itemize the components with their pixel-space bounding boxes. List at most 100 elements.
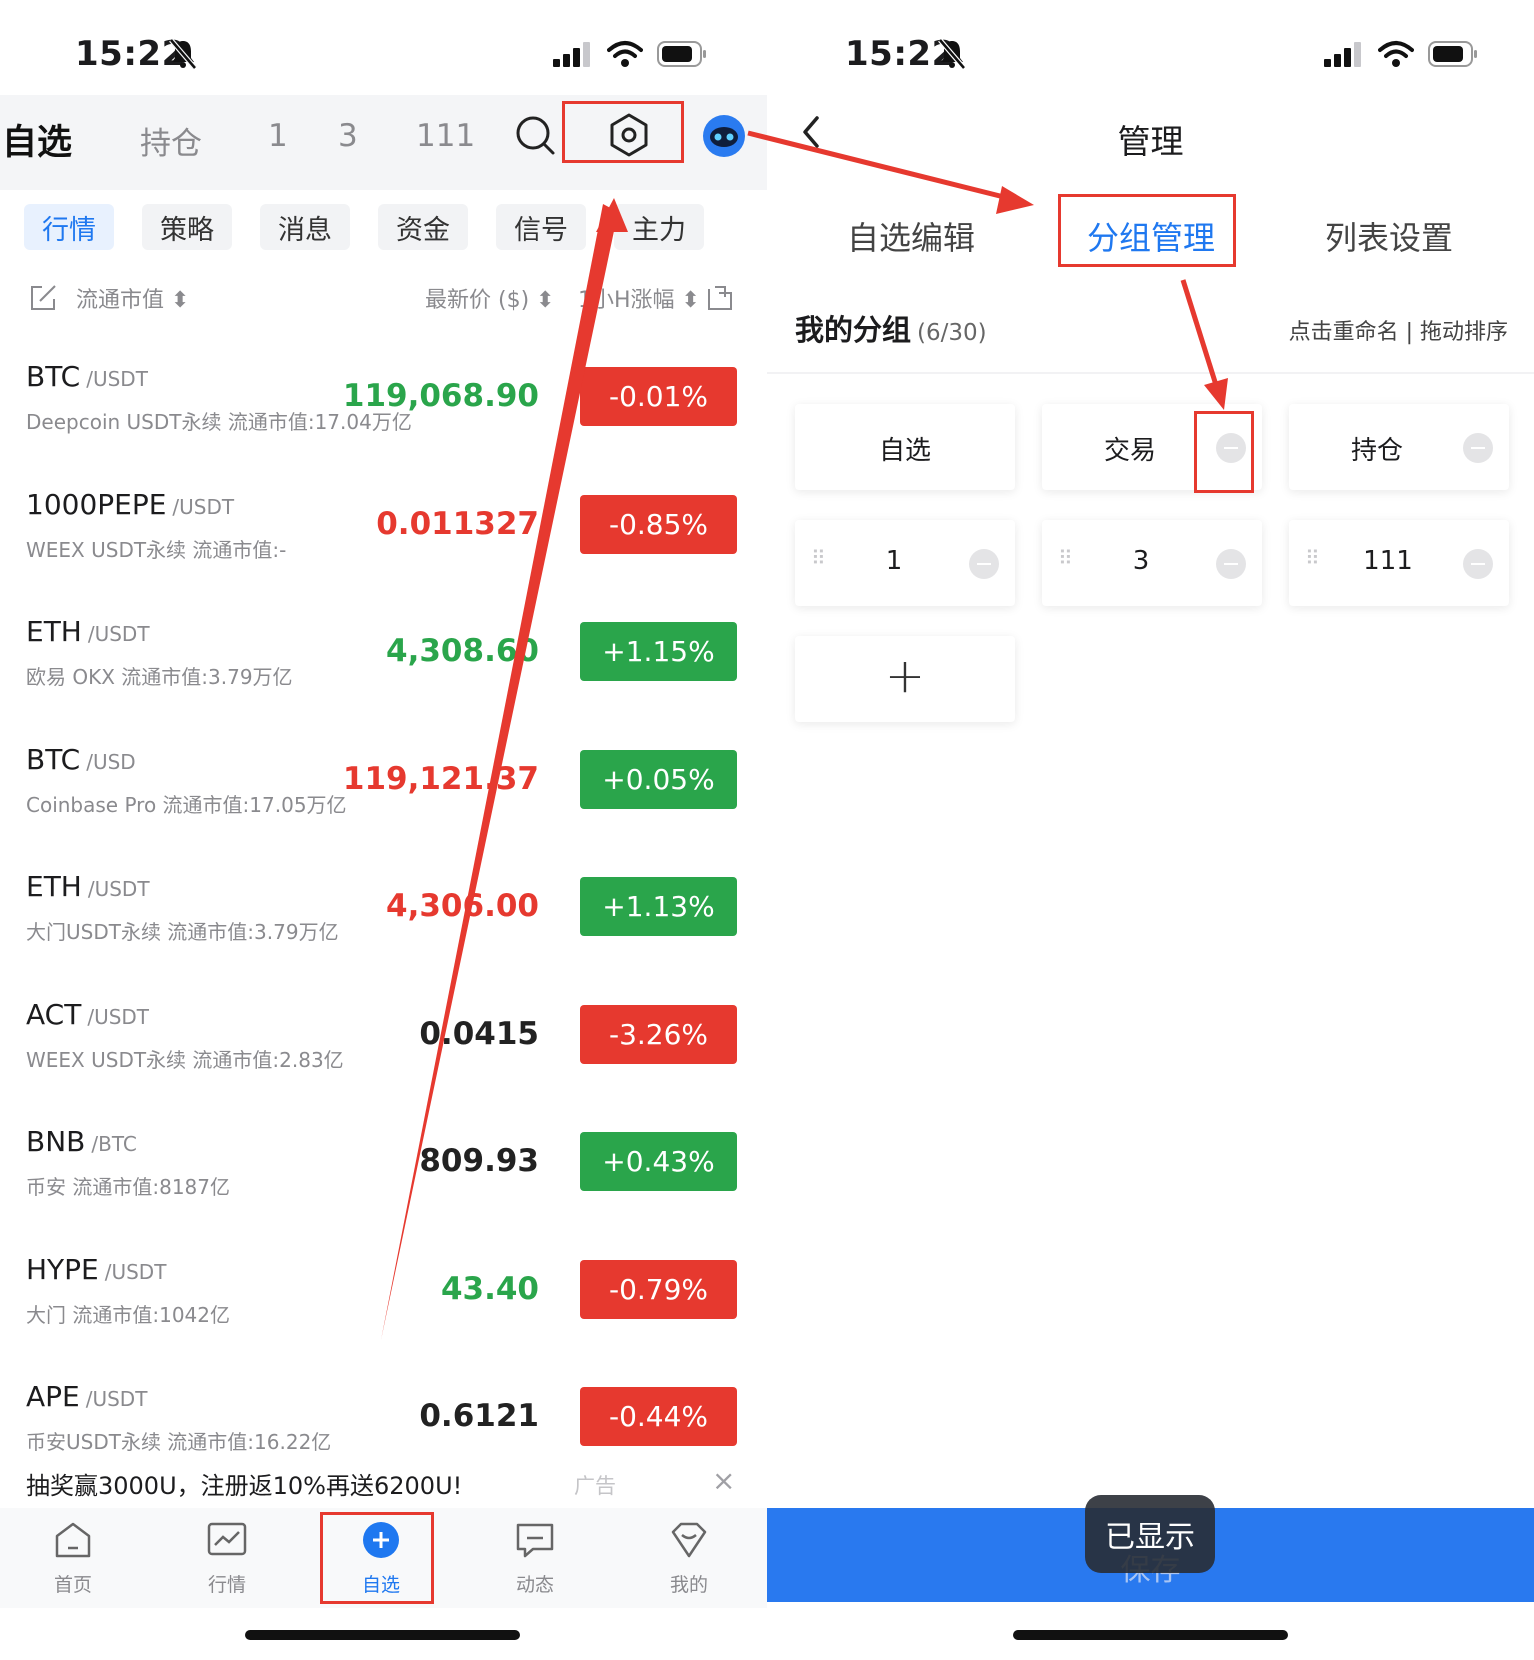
- group-chip-watchlist[interactable]: 自选: [795, 404, 1015, 490]
- sub-tab-signals[interactable]: 信号: [496, 204, 586, 250]
- search-icon[interactable]: [514, 114, 556, 156]
- symbol-quote: /USDT: [87, 877, 150, 901]
- change-badge[interactable]: -0.01%: [580, 367, 737, 426]
- remove-group-icon[interactable]: [969, 549, 999, 579]
- share-icon[interactable]: [705, 283, 735, 311]
- exchange-market-cap: 欧易 OKX 流通市值:3.79万亿: [26, 665, 293, 689]
- tab-feed[interactable]: 动态: [480, 1520, 590, 1597]
- change-badge[interactable]: -3.26%: [580, 1004, 737, 1064]
- latest-price: 43.40: [440, 1270, 539, 1307]
- robot-assistant-icon[interactable]: [702, 114, 746, 158]
- column-change-label: 1小H涨幅: [578, 288, 675, 313]
- change-badge[interactable]: +0.05%: [580, 749, 737, 809]
- quote-row[interactable]: ACT/USDT WEEX USDT永续 流通市值:2.83亿 0.0415 -3.2…: [0, 978, 767, 1106]
- tab-feed-label: 动态: [515, 1574, 554, 1596]
- ad-text[interactable]: 抽奖赢3000U，注册返10%再送6200U!: [26, 1466, 462, 1501]
- symbol: ETH/USDT: [26, 870, 150, 903]
- exchange-market-cap: 币安 流通市值:8187亿: [26, 1175, 230, 1199]
- tab-profile[interactable]: 我的: [634, 1520, 744, 1597]
- symbol: ETH/USDT: [26, 615, 150, 648]
- column-latest-price[interactable]: 最新价 ($) ⬍: [425, 282, 555, 314]
- section-title-text: 我的分组: [795, 313, 912, 347]
- group-chip-label: 111: [1363, 546, 1413, 576]
- quote-row[interactable]: ETH/USDT 大门USDT永续 流通市值:3.79万亿 4,306.00 +1.1…: [0, 850, 767, 978]
- ad-tag: 广告: [574, 1474, 616, 1498]
- symbol-quote: /USDT: [85, 1387, 148, 1411]
- symbol-quote: /USDT: [86, 367, 148, 391]
- annotation-box-group-manage: [1058, 194, 1236, 267]
- symbol-base: 1000PEPE: [26, 487, 167, 521]
- add-group-button[interactable]: +: [795, 636, 1015, 722]
- bell-muted-icon: [938, 38, 966, 70]
- change-badge[interactable]: +1.13%: [580, 877, 737, 936]
- group-tab-watchlist[interactable]: 自选: [2, 114, 72, 165]
- sub-tab-main-force[interactable]: 主力: [614, 204, 704, 250]
- column-change[interactable]: 1小H涨幅 ⬍: [578, 282, 700, 314]
- change-badge[interactable]: -0.85%: [580, 494, 737, 554]
- quote-row[interactable]: ETH/USDT 欧易 OKX 流通市值:3.79万亿 4,308.60 +1.15%: [0, 595, 767, 723]
- change-badge[interactable]: +1.15%: [580, 622, 737, 681]
- symbol: APE/USDT: [26, 1380, 147, 1413]
- tab-home[interactable]: 首页: [18, 1520, 128, 1597]
- sub-tab-funds[interactable]: 资金: [378, 204, 468, 250]
- tab-list-settings[interactable]: 列表设置: [1325, 213, 1453, 259]
- battery-icon: [657, 41, 706, 67]
- column-market-cap[interactable]: 流通市值 ⬍: [76, 282, 189, 314]
- sub-tab-quotes[interactable]: 行情: [24, 204, 114, 250]
- edit-icon[interactable]: [28, 283, 58, 313]
- page-title: 管理: [1117, 122, 1184, 161]
- status-bar: 15:22: [0, 0, 767, 110]
- group-chip-label: 持仓: [1350, 436, 1403, 466]
- quote-row[interactable]: BTC/USD Coinbase Pro 流通市值:17.05万亿 119,121.…: [0, 723, 767, 851]
- group-tab-holdings[interactable]: 持仓: [140, 118, 202, 163]
- remove-group-icon[interactable]: [1463, 549, 1493, 579]
- group-chip-1[interactable]: ⠿ 1: [795, 520, 1015, 606]
- symbol: ACT/USDT: [26, 998, 149, 1031]
- group-count: (6/30): [917, 320, 987, 346]
- group-chip-holdings[interactable]: 持仓: [1289, 404, 1509, 490]
- group-tab-3[interactable]: 3: [338, 118, 358, 154]
- ad-close-icon[interactable]: ×: [712, 1464, 735, 1497]
- quote-row[interactable]: BTC/USDT Deepcoin USDT永续 流通市值:17.04万亿 119,…: [0, 340, 767, 468]
- column-latest-price-label: 最新价 ($): [425, 288, 530, 313]
- quote-row[interactable]: 1000PEPE/USDT WEEX USDT永续 流通市值:- 0.011327 -…: [0, 468, 767, 596]
- latest-price: 0.6121: [419, 1398, 539, 1434]
- group-chip-label: 交易: [1103, 436, 1156, 466]
- home-indicator: [245, 1630, 520, 1640]
- tab-market[interactable]: 行情: [172, 1520, 282, 1597]
- section-title: 我的分组 (6/30): [795, 307, 987, 349]
- symbol: HYPE/USDT: [26, 1253, 166, 1286]
- remove-group-icon[interactable]: [1463, 433, 1493, 463]
- sub-tab-strategy[interactable]: 策略: [142, 204, 232, 250]
- change-badge[interactable]: -0.44%: [580, 1387, 737, 1446]
- status-icons: [553, 40, 707, 68]
- latest-price: 0.011327: [376, 505, 539, 542]
- symbol-base: HYPE: [26, 1252, 99, 1286]
- symbol: BTC/USDT: [26, 360, 148, 393]
- sort-icon: ⬍: [681, 288, 700, 313]
- exchange-market-cap: 大门 流通市值:1042亿: [26, 1302, 230, 1327]
- quote-list: BTC/USDT Deepcoin USDT永续 流通市值:17.04万亿 119,…: [0, 340, 767, 1488]
- section-hint: 点击重命名 | 拖动排序: [1288, 320, 1508, 345]
- symbol: BNB/BTC: [26, 1125, 137, 1158]
- annotation-box-watchlist-tab: [320, 1512, 434, 1604]
- group-tab-111[interactable]: 111: [416, 118, 475, 154]
- quote-row[interactable]: HYPE/USDT 大门 流通市值:1042亿 43.40 -0.79%: [0, 1233, 767, 1361]
- exchange-market-cap: 大门USDT永续 流通市值:3.79万亿: [26, 920, 339, 944]
- manage-screen: 15:22 管理 自选编辑 分组管理 列表设置 我的分组 (6/30) 点击重命…: [767, 0, 1534, 1660]
- symbol-base: BTC: [26, 742, 81, 776]
- group-tab-1[interactable]: 1: [268, 118, 288, 154]
- symbol: BTC/USD: [26, 743, 136, 776]
- wifi-icon: [607, 41, 643, 67]
- remove-group-icon[interactable]: [1216, 549, 1246, 579]
- tab-market-label: 行情: [207, 1574, 246, 1596]
- quote-row[interactable]: BNB/BTC 币安 流通市值:8187亿 809.93 +0.43%: [0, 1105, 767, 1233]
- group-chip-3[interactable]: ⠿ 3: [1042, 520, 1262, 606]
- change-badge[interactable]: -0.79%: [580, 1259, 737, 1319]
- sub-tab-news[interactable]: 消息: [260, 204, 350, 250]
- group-chip-111[interactable]: ⠿ 111: [1289, 520, 1509, 606]
- ad-banner[interactable]: 抽奖赢3000U，注册返10%再送6200U! 广告 ×: [0, 1458, 767, 1508]
- signal-icon: [1324, 42, 1361, 67]
- tab-watchlist-edit[interactable]: 自选编辑: [847, 213, 975, 259]
- change-badge[interactable]: +0.43%: [580, 1132, 737, 1191]
